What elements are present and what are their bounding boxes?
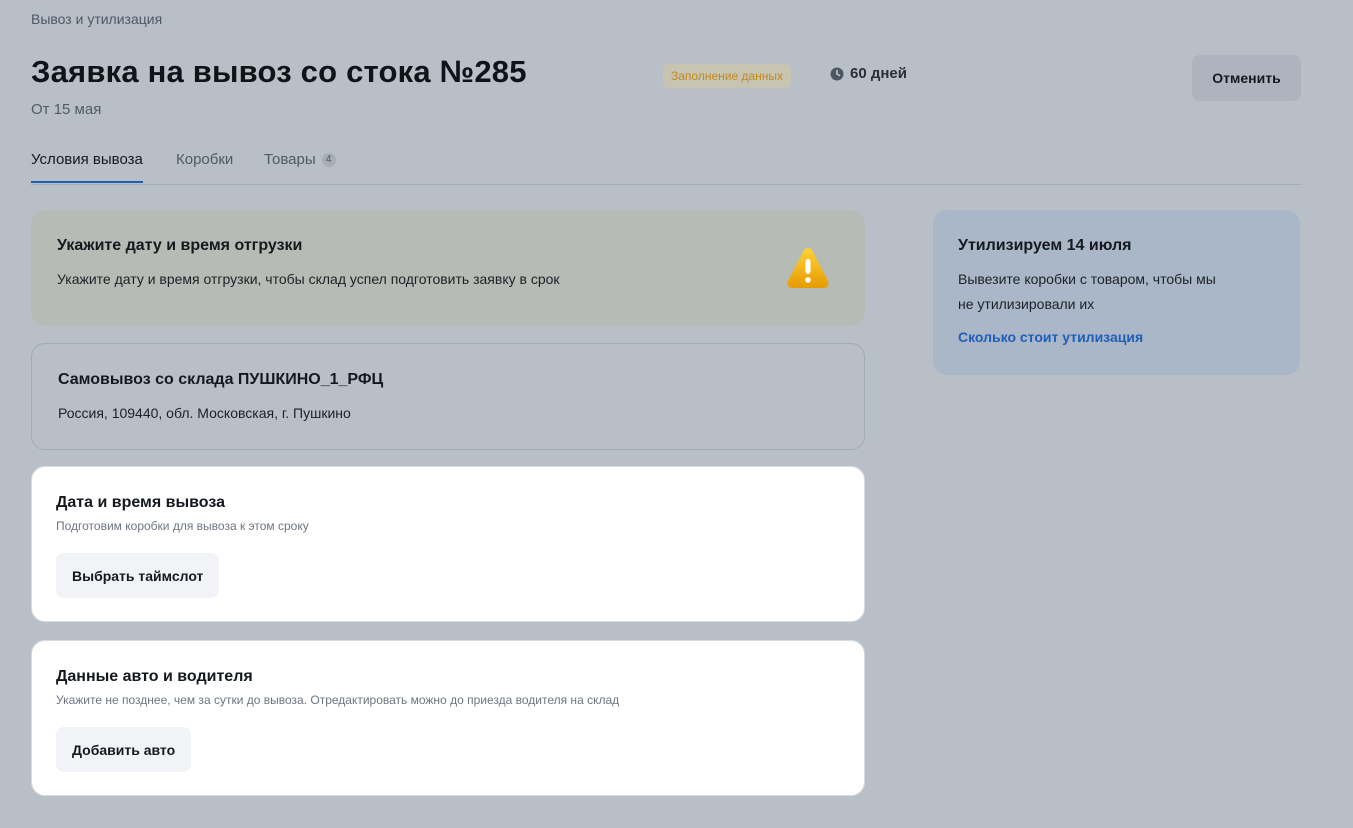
warning-heading: Укажите дату и время отгрузки <box>57 237 303 254</box>
tab-conditions[interactable]: Условия вывоза <box>31 151 143 183</box>
select-timeslot-button[interactable]: Выбрать таймслот <box>56 553 220 598</box>
vehicle-heading: Данные авто и водителя <box>56 668 253 685</box>
utilization-cost-link[interactable]: Сколько стоит утилизация <box>958 329 1143 345</box>
page-title: Заявка на вывоз со стока №285 <box>31 54 527 89</box>
vehicle-driver-card: Данные авто и водителя Укажите не поздне… <box>31 640 865 796</box>
tab-label: Условия вывоза <box>31 151 143 168</box>
datetime-hint: Подготовим коробки для вывоза к этом сро… <box>56 519 309 533</box>
utilization-info-card: Утилизируем 14 июля Вывезите коробки с т… <box>933 210 1300 375</box>
deadline-indicator: 60 дней <box>830 65 907 82</box>
vehicle-hint: Укажите не позднее, чем за сутки до выво… <box>56 693 620 707</box>
utilization-text-line2: не утилизировали их <box>958 296 1095 312</box>
page-subtitle: От 15 мая <box>31 101 102 118</box>
pickup-address: Россия, 109440, обл. Московская, г. Пушк… <box>58 405 351 421</box>
clock-icon <box>830 67 844 80</box>
shipping-warning-card: Укажите дату и время отгрузки Укажите да… <box>31 210 865 326</box>
add-vehicle-button[interactable]: Добавить авто <box>56 727 192 772</box>
warning-text: Укажите дату и время отгрузки, чтобы скл… <box>57 271 560 287</box>
warning-icon <box>787 248 829 288</box>
tabs: Условия вывоза Коробки Товары 4 <box>31 146 1301 185</box>
tab-boxes[interactable]: Коробки <box>176 151 233 168</box>
tab-goods[interactable]: Товары 4 <box>264 151 336 168</box>
deadline-text: 60 дней <box>850 65 907 82</box>
status-badge: Заполнение данных <box>663 64 792 88</box>
tab-label: Товары <box>264 151 316 168</box>
utilization-heading: Утилизируем 14 июля <box>958 237 1132 254</box>
datetime-heading: Дата и время вывоза <box>56 494 225 511</box>
tab-label: Коробки <box>176 151 234 168</box>
breadcrumb[interactable]: Вывоз и утилизация <box>31 11 162 27</box>
pickup-heading: Самовывоз со склада ПУШКИНО_1_РФЦ <box>58 371 384 388</box>
pickup-warehouse-card: Самовывоз со склада ПУШКИНО_1_РФЦ Россия… <box>31 343 865 450</box>
tab-count-badge: 4 <box>321 153 336 167</box>
utilization-text-line1: Вывезите коробки с товаром, чтобы мы <box>958 271 1216 287</box>
cancel-button[interactable]: Отменить <box>1192 55 1301 101</box>
pickup-datetime-card: Дата и время вывоза Подготовим коробки д… <box>31 466 865 622</box>
